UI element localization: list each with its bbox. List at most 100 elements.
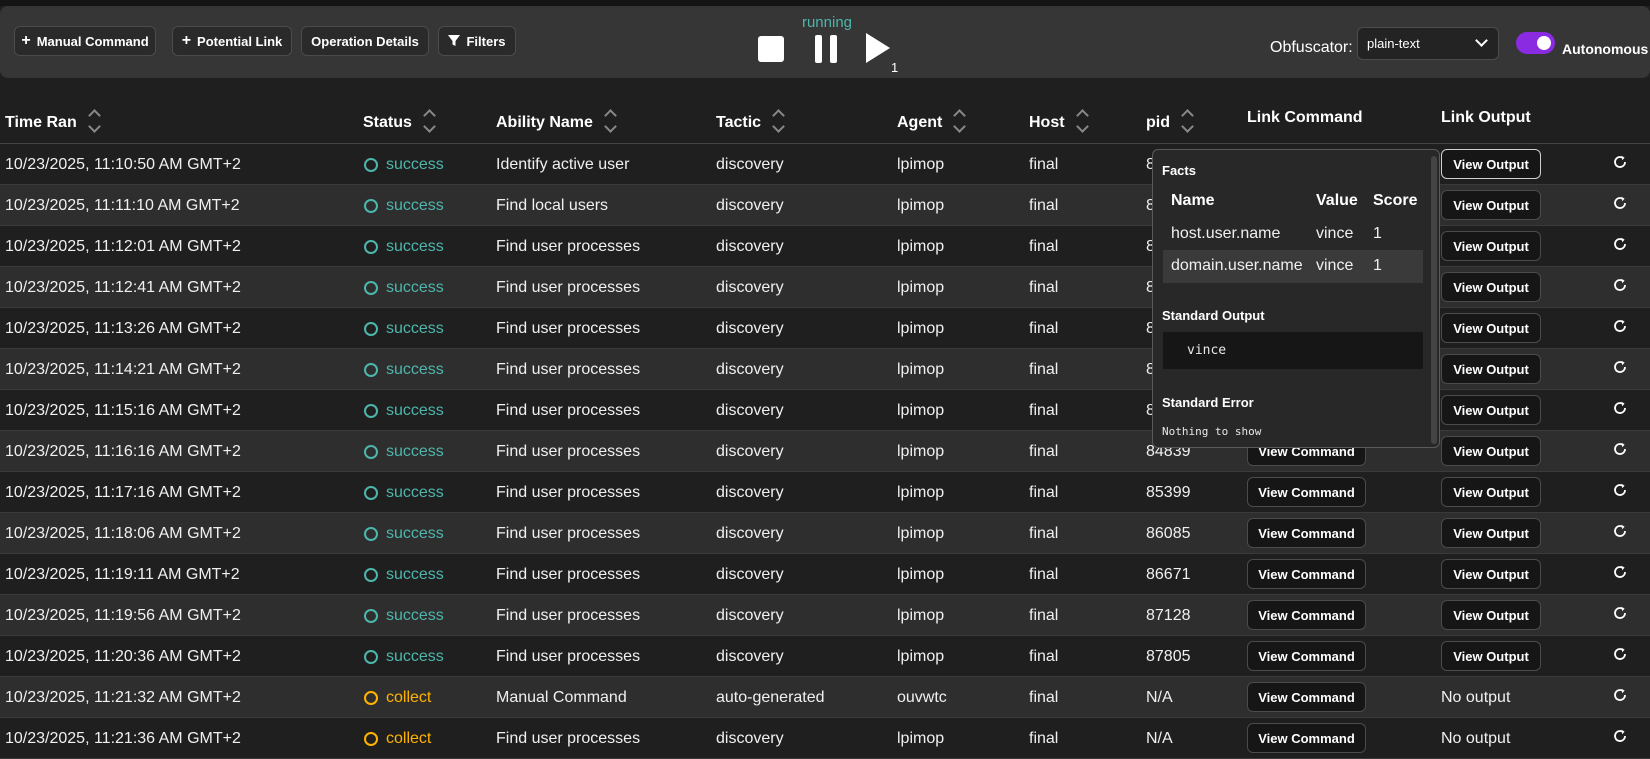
refresh-icon[interactable] — [1612, 523, 1628, 539]
table-row: 10/23/2025, 11:17:16 AM GMT+2 success Find… — [0, 472, 1650, 513]
view-command-button[interactable]: View Command — [1247, 518, 1366, 548]
refresh-icon[interactable] — [1612, 318, 1628, 334]
header-status[interactable]: Status — [363, 109, 436, 137]
status-circle-icon — [364, 322, 378, 336]
view-command-button[interactable]: View Command — [1247, 477, 1366, 507]
view-command-button[interactable]: View Command — [1247, 641, 1366, 671]
view-output-button[interactable]: View Output — [1441, 272, 1541, 302]
chevron-down-icon — [1475, 34, 1488, 47]
manual-command-button[interactable]: + Manual Command — [14, 26, 156, 56]
sort-icon[interactable] — [1075, 107, 1089, 135]
refresh-icon[interactable] — [1612, 277, 1628, 293]
view-command-button[interactable]: View Command — [1247, 682, 1366, 712]
status-circle-icon — [364, 650, 378, 664]
header-link-command: Link Command — [1247, 109, 1363, 126]
header-host[interactable]: Host — [1029, 109, 1089, 137]
pause-icon[interactable] — [815, 35, 839, 63]
potential-link-label: Potential Link — [197, 33, 283, 49]
view-output-button[interactable]: View Output — [1441, 518, 1541, 548]
view-output-button[interactable]: View Output — [1441, 477, 1541, 507]
stop-icon[interactable] — [758, 36, 784, 62]
header-agent-label: Agent — [897, 114, 943, 131]
table-row: 10/23/2025, 11:19:11 AM GMT+2 success Find… — [0, 554, 1650, 595]
view-command-button[interactable]: View Command — [1247, 600, 1366, 630]
header-pid[interactable]: pid — [1146, 109, 1194, 137]
agent-cell: lpimop — [897, 402, 945, 419]
sort-icon[interactable] — [603, 107, 617, 135]
time-ran-cell: 10/23/2025, 11:21:32 AM GMT+2 — [5, 689, 241, 706]
time-ran-cell: 10/23/2025, 11:21:36 AM GMT+2 — [5, 730, 241, 747]
facts-header-name: Name — [1171, 192, 1215, 209]
ability-name-cell: Identify active user — [496, 156, 630, 173]
header-agent[interactable]: Agent — [897, 109, 966, 137]
operation-details-label: Operation Details — [311, 33, 419, 49]
operation-details-button[interactable]: Operation Details — [301, 26, 429, 56]
refresh-icon[interactable] — [1612, 441, 1628, 457]
view-output-button[interactable]: View Output — [1441, 149, 1541, 179]
filter-icon — [448, 35, 461, 46]
time-ran-cell: 10/23/2025, 11:15:16 AM GMT+2 — [5, 402, 241, 419]
refresh-icon[interactable] — [1612, 605, 1628, 621]
ability-name-cell: Manual Command — [496, 689, 627, 706]
status-text: success — [386, 197, 444, 214]
refresh-icon[interactable] — [1612, 482, 1628, 498]
view-command-button[interactable]: View Command — [1247, 559, 1366, 589]
sort-icon[interactable] — [952, 107, 966, 135]
sort-icon[interactable] — [422, 107, 436, 135]
header-pid-label: pid — [1146, 114, 1170, 131]
time-ran-cell: 10/23/2025, 11:10:50 AM GMT+2 — [5, 156, 241, 173]
sort-icon[interactable] — [1180, 107, 1194, 135]
header-time-ran-label: Time Ran — [5, 114, 77, 131]
view-command-button[interactable]: View Command — [1247, 723, 1366, 753]
view-output-button[interactable]: View Output — [1441, 190, 1541, 220]
agent-cell: lpimop — [897, 730, 945, 747]
facts-header-value: Value — [1316, 192, 1358, 209]
header-tactic[interactable]: Tactic — [716, 109, 785, 137]
status-circle-icon — [364, 691, 378, 705]
refresh-icon[interactable] — [1612, 400, 1628, 416]
refresh-icon[interactable] — [1612, 646, 1628, 662]
refresh-icon[interactable] — [1612, 195, 1628, 211]
ability-name-cell: Find user processes — [496, 525, 641, 542]
tactic-cell: discovery — [716, 648, 784, 665]
host-cell: final — [1029, 361, 1059, 378]
status-text: success — [386, 525, 444, 542]
view-output-button[interactable]: View Output — [1441, 231, 1541, 261]
view-output-button[interactable]: View Output — [1441, 641, 1541, 671]
status-text: success — [386, 320, 444, 337]
pid-cell: 87128 — [1146, 607, 1191, 624]
popup-scrollbar[interactable] — [1431, 156, 1437, 444]
view-output-button[interactable]: View Output — [1441, 395, 1541, 425]
status-text: success — [386, 566, 444, 583]
fact-score: 1 — [1373, 225, 1382, 242]
status-cell: success — [364, 566, 444, 584]
potential-link-button[interactable]: + Potential Link — [172, 26, 292, 56]
play-icon[interactable] — [866, 33, 890, 63]
status-circle-icon — [364, 486, 378, 500]
filters-button[interactable]: Filters — [438, 26, 516, 56]
status-cell: collect — [364, 730, 431, 748]
operation-state: running — [801, 14, 853, 31]
table-row: 10/23/2025, 11:21:36 AM GMT+2 collect Find… — [0, 718, 1650, 759]
obfuscator-select[interactable]: plain-text — [1357, 27, 1499, 60]
sort-icon[interactable] — [771, 107, 785, 135]
autonomous-toggle[interactable] — [1516, 32, 1555, 54]
refresh-icon[interactable] — [1612, 236, 1628, 252]
view-output-button[interactable]: View Output — [1441, 559, 1541, 589]
view-output-button[interactable]: View Output — [1441, 436, 1541, 466]
refresh-icon[interactable] — [1612, 359, 1628, 375]
header-time-ran[interactable]: Time Ran — [5, 109, 101, 137]
refresh-icon[interactable] — [1612, 154, 1628, 170]
refresh-icon[interactable] — [1612, 687, 1628, 703]
ability-name-cell: Find user processes — [496, 361, 641, 378]
table-row: 10/23/2025, 11:18:06 AM GMT+2 success Find… — [0, 513, 1650, 554]
view-output-button[interactable]: View Output — [1441, 313, 1541, 343]
output-popup: Facts Name Value Score host.user.name vi… — [1152, 149, 1440, 448]
refresh-icon[interactable] — [1612, 728, 1628, 744]
sort-icon[interactable] — [87, 107, 101, 135]
view-output-button[interactable]: View Output — [1441, 600, 1541, 630]
status-text: success — [386, 238, 444, 255]
header-ability-name[interactable]: Ability Name — [496, 109, 617, 137]
view-output-button[interactable]: View Output — [1441, 354, 1541, 384]
refresh-icon[interactable] — [1612, 564, 1628, 580]
